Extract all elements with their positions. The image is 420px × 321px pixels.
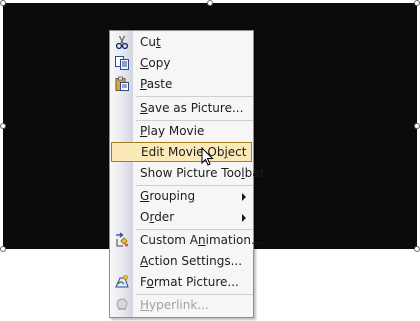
mouse-pointer-icon	[201, 146, 215, 167]
menu-item-label: Edit Movie Object	[141, 145, 247, 159]
menu-item-label: Play Movie	[140, 124, 205, 138]
hyperlink-icon	[114, 297, 130, 313]
menu-item-grouping[interactable]: Grouping	[110, 186, 253, 206]
submenu-arrow-icon	[242, 193, 246, 201]
paste-icon	[114, 76, 130, 92]
menu-item-action-settings[interactable]: Action Settings...	[110, 251, 253, 271]
copy-icon	[114, 55, 130, 71]
resize-handle-middle-left[interactable]	[0, 123, 6, 129]
resize-handle-bottom-left[interactable]	[0, 246, 6, 252]
menu-item-label: Custom Animation...	[140, 233, 263, 247]
menu-item-label: Save as Picture...	[140, 101, 244, 115]
menu-item-order[interactable]: Order	[110, 207, 253, 227]
resize-handle-top-right[interactable]	[414, 0, 420, 6]
menu-item-label: Format Picture...	[140, 275, 239, 289]
menu-item-show-picture-toolbar[interactable]: Show Picture Toolbar	[110, 163, 265, 183]
menu-item-label: Action Settings...	[140, 254, 243, 268]
menu-item-label: Paste	[140, 77, 173, 91]
format-picture-icon	[114, 274, 130, 290]
resize-handle-middle-right[interactable]	[414, 123, 420, 129]
resize-handle-bottom-right[interactable]	[414, 246, 420, 252]
menu-item-paste[interactable]: Paste	[110, 74, 253, 94]
menu-item-custom-animation[interactable]: Custom Animation...	[110, 230, 262, 250]
menu-item-save-as-picture[interactable]: Save as Picture...	[110, 98, 253, 118]
submenu-arrow-icon	[242, 214, 246, 222]
resize-handle-top-left[interactable]	[0, 0, 6, 6]
menu-item-play-movie[interactable]: Play Movie	[110, 121, 253, 141]
menu-item-label: Copy	[140, 56, 171, 70]
context-menu: Cut Copy Paste Save as Picture... Play M…	[109, 30, 265, 318]
menu-separator	[136, 96, 253, 97]
menu-item-label: Hyperlink...	[140, 298, 209, 312]
menu-item-format-picture[interactable]: Format Picture...	[110, 272, 253, 292]
custom-animation-icon	[114, 232, 130, 248]
menu-item-label: Cut	[140, 35, 161, 49]
menu-item-hyperlink[interactable]: Hyperlink...	[110, 295, 253, 315]
resize-handle-top-middle[interactable]	[207, 0, 213, 6]
menu-item-label: Grouping	[140, 189, 196, 203]
menu-item-copy[interactable]: Copy	[110, 53, 253, 73]
scissors-icon	[114, 34, 130, 50]
menu-item-cut[interactable]: Cut	[110, 32, 253, 52]
menu-item-edit-movie-object[interactable]: Edit Movie Object	[111, 142, 252, 162]
menu-item-label: Order	[140, 210, 175, 224]
